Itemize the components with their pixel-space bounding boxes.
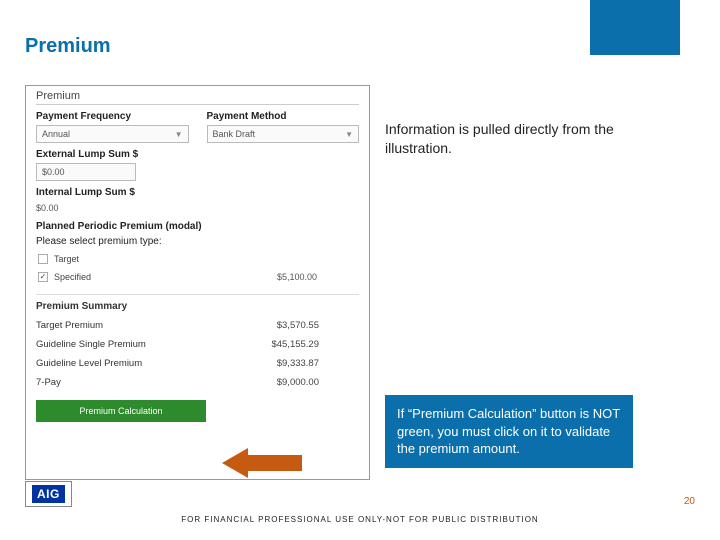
select-premium-prompt: Please select premium type:	[36, 236, 359, 247]
chevron-down-icon: ▼	[345, 130, 353, 139]
payment-frequency-label: Payment Frequency	[36, 111, 189, 122]
target-premium-value: $3,570.55	[277, 320, 319, 331]
guideline-level-row: Guideline Level Premium $9,333.87	[36, 354, 359, 373]
aig-logo: AIG	[25, 481, 72, 507]
aig-logo-text: AIG	[32, 485, 65, 503]
seven-pay-row: 7-Pay $9,000.00	[36, 373, 359, 392]
premium-form-panel: Premium Payment Frequency Annual ▼ Payme…	[25, 85, 370, 480]
validate-note: If “Premium Calculation” button is NOT g…	[385, 395, 633, 468]
divider	[36, 104, 359, 105]
payment-method-label: Payment Method	[207, 111, 360, 122]
target-option-label: Target	[54, 254, 79, 264]
premium-calculation-button[interactable]: Premium Calculation	[36, 400, 206, 422]
internal-lump-label: Internal Lump Sum $	[36, 187, 359, 198]
target-premium-row: Target Premium $3,570.55	[36, 316, 359, 335]
panel-title: Premium	[36, 90, 359, 102]
payment-method-value: Bank Draft	[213, 129, 256, 139]
slide-title: Premium	[25, 35, 111, 58]
guideline-level-value: $9,333.87	[277, 358, 319, 369]
guideline-single-value: $45,155.29	[271, 339, 319, 350]
checkbox-checked-icon: ✓	[38, 272, 48, 282]
checkbox-icon	[38, 254, 48, 264]
guideline-single-row: Guideline Single Premium $45,155.29	[36, 335, 359, 354]
specified-amount: $5,100.00	[277, 272, 317, 282]
payment-method-select[interactable]: Bank Draft ▼	[207, 125, 360, 143]
planned-premium-label: Planned Periodic Premium (modal)	[36, 221, 359, 232]
internal-lump-value: $0.00	[36, 201, 359, 215]
target-premium-label: Target Premium	[36, 320, 103, 331]
seven-pay-label: 7-Pay	[36, 377, 61, 388]
premium-summary-header: Premium Summary	[36, 294, 359, 312]
external-lump-input[interactable]: $0.00	[36, 163, 136, 181]
guideline-level-label: Guideline Level Premium	[36, 358, 142, 369]
chevron-down-icon: ▼	[175, 130, 183, 139]
target-option[interactable]: Target	[36, 250, 359, 268]
specified-option[interactable]: ✓ Specified $5,100.00	[36, 268, 359, 286]
specified-option-label: Specified	[54, 272, 91, 282]
external-lump-label: External Lump Sum $	[36, 149, 359, 160]
info-note: Information is pulled directly from the …	[385, 120, 630, 158]
payment-frequency-select[interactable]: Annual ▼	[36, 125, 189, 143]
payment-frequency-value: Annual	[42, 129, 70, 139]
page-number: 20	[684, 496, 695, 507]
corner-accent	[590, 0, 680, 55]
seven-pay-value: $9,000.00	[277, 377, 319, 388]
guideline-single-label: Guideline Single Premium	[36, 339, 146, 350]
footer-disclaimer: FOR FINANCIAL PROFESSIONAL USE ONLY-NOT …	[0, 515, 720, 524]
arrow-left-icon	[222, 448, 302, 478]
